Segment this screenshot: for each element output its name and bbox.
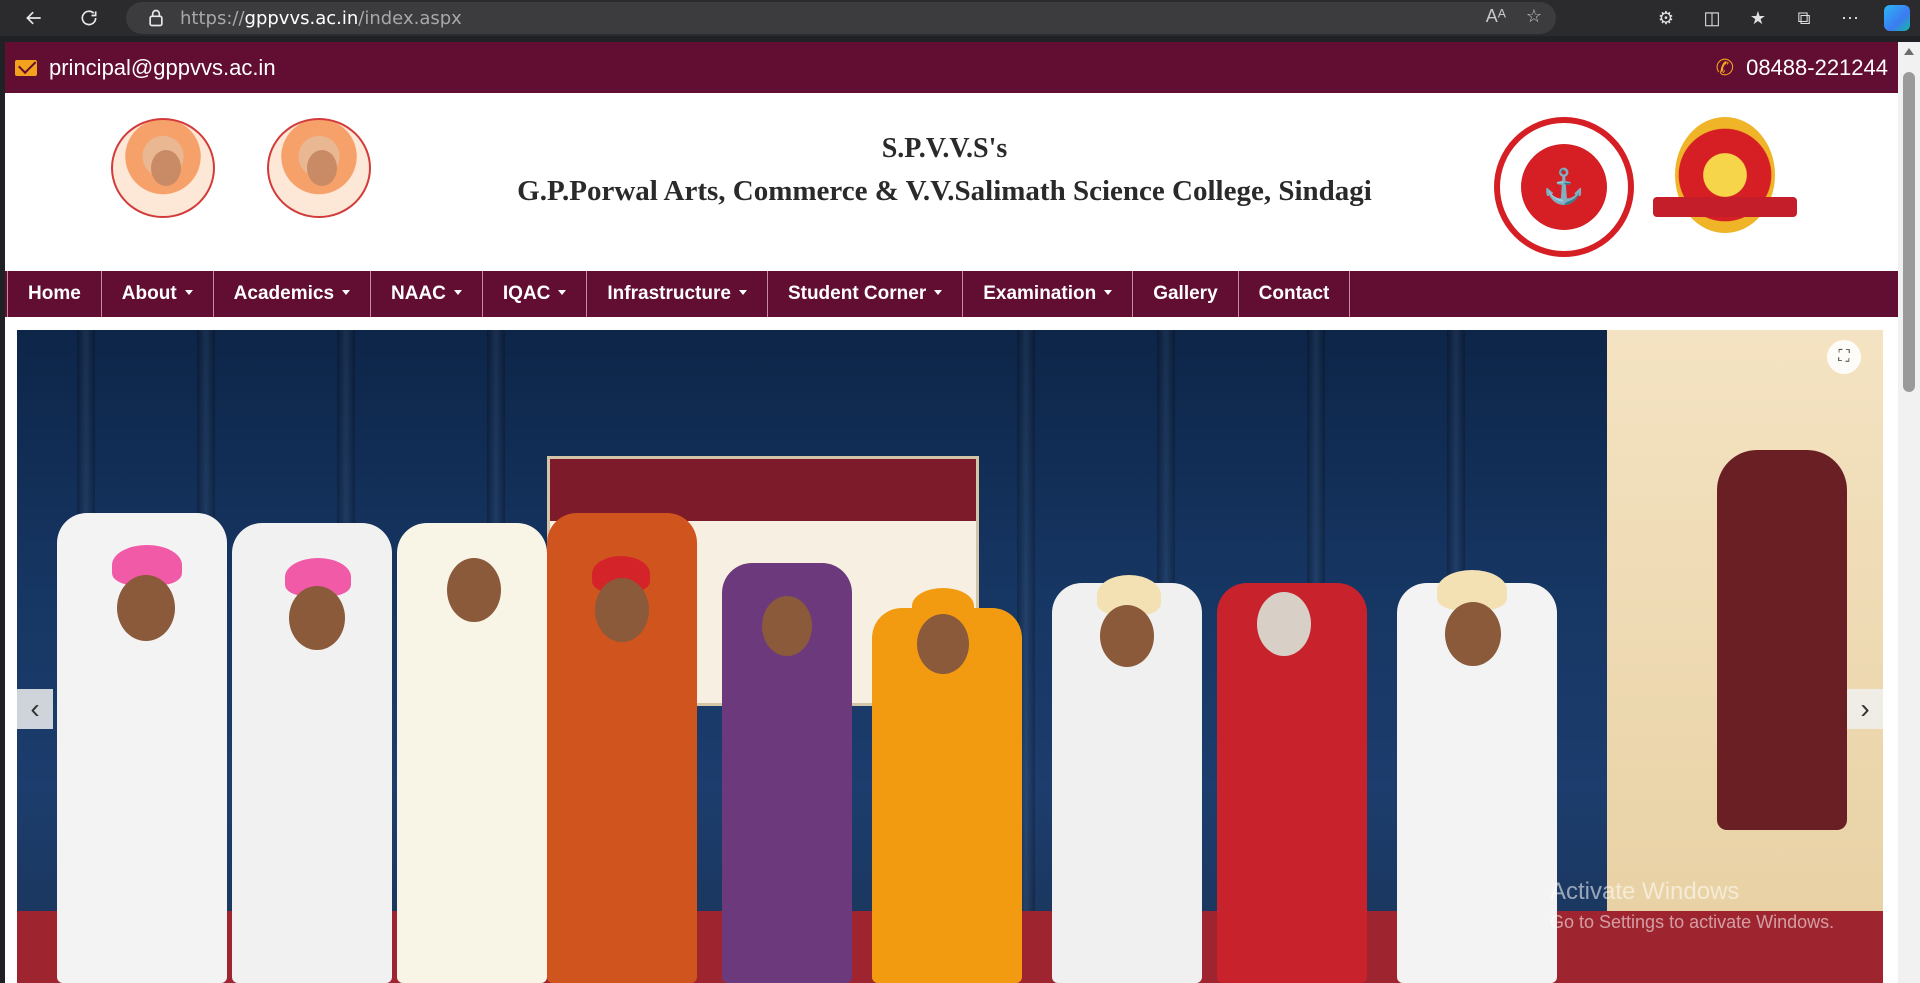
copilot-icon[interactable] — [1884, 5, 1910, 31]
favorites-icon[interactable]: ★ — [1746, 6, 1770, 30]
caret-down-icon — [934, 289, 943, 295]
url-text: https://gppvvs.ac.in/index.aspx — [180, 7, 462, 29]
scroll-thumb[interactable] — [1903, 72, 1915, 392]
nav-gallery[interactable]: Gallery — [1132, 271, 1237, 317]
nav-examination[interactable]: Examination — [962, 271, 1132, 317]
visual-search-icon[interactable]: ⛶ — [1827, 340, 1861, 374]
nav-home[interactable]: Home — [7, 271, 101, 317]
more-menu-icon[interactable]: ⋯ — [1838, 6, 1862, 30]
windows-activation-subtitle: Go to Settings to activate Windows. — [1550, 912, 1835, 932]
caret-down-icon — [558, 289, 567, 295]
carousel-prev-button[interactable]: ‹ — [17, 689, 53, 729]
caret-down-icon — [184, 289, 193, 295]
back-arrow-icon — [26, 11, 41, 25]
vivekananda-poster — [1607, 330, 1883, 930]
refresh-icon — [81, 10, 97, 26]
browser-toolbar: https://gppvvs.ac.in/index.aspx Aᴬ ☆ ⚙ ◫… — [0, 0, 1920, 36]
golden-jubilee-logo — [1653, 117, 1797, 237]
caret-down-icon — [738, 289, 747, 295]
nav-student-corner[interactable]: Student Corner — [766, 271, 962, 317]
read-aloud-icon[interactable]: Aᴬ — [1486, 6, 1506, 27]
extensions-icon[interactable]: ⚙ — [1654, 6, 1678, 30]
nav-naac[interactable]: NAAC — [370, 271, 482, 317]
caret-down-icon — [1104, 289, 1113, 295]
address-bar[interactable]: https://gppvvs.ac.in/index.aspx Aᴬ ☆ — [126, 2, 1556, 34]
caret-down-icon — [453, 289, 462, 295]
page-scrollbar[interactable] — [1898, 42, 1920, 983]
phone-icon: ✆ — [1715, 54, 1735, 80]
college-seal-logo: ⚓ — [1494, 117, 1634, 257]
email-link[interactable]: principal@gppvvs.ac.in — [49, 55, 276, 81]
collections-icon[interactable]: ⧉ — [1792, 6, 1816, 30]
caret-down-icon — [342, 289, 351, 295]
nav-infrastructure[interactable]: Infrastructure — [586, 271, 767, 317]
main-navigation: Home About Academics NAAC IQAC Infrastru… — [5, 271, 1898, 317]
back-button[interactable] — [16, 0, 52, 36]
nav-about[interactable]: About — [100, 271, 213, 317]
favorite-star-icon[interactable]: ☆ — [1526, 6, 1542, 27]
lock-icon — [149, 9, 163, 27]
nav-iqac[interactable]: IQAC — [481, 271, 587, 317]
carousel-next-button[interactable]: › — [1847, 689, 1883, 729]
phone-number[interactable]: 08488-221244 — [1746, 55, 1888, 81]
contact-strip: principal@gppvvs.ac.in ✆ 08488-221244 — [5, 42, 1898, 93]
envelope-icon — [15, 59, 37, 76]
scroll-up-arrow-icon[interactable] — [1904, 48, 1914, 55]
refresh-button[interactable] — [71, 0, 107, 36]
split-screen-icon[interactable]: ◫ — [1700, 6, 1724, 30]
nav-academics[interactable]: Academics — [212, 271, 370, 317]
nav-contact[interactable]: Contact — [1237, 271, 1351, 317]
windows-activation-title: Activate Windows — [1550, 878, 1740, 905]
site-header: S.P.V.V.S's G.P.Porwal Arts, Commerce & … — [5, 93, 1898, 271]
